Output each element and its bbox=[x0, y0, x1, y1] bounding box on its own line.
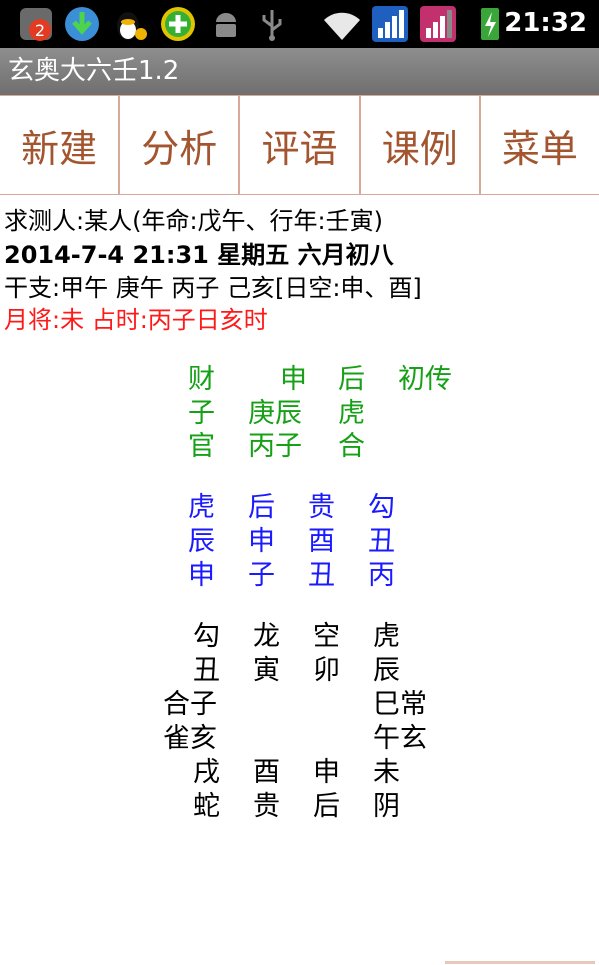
examples-button[interactable]: 课例 bbox=[360, 96, 481, 194]
transmission-label: 初传 bbox=[398, 364, 452, 395]
qq-penguin-icon[interactable] bbox=[110, 4, 150, 44]
plate-general: 后 bbox=[313, 791, 340, 822]
notification-badge-icon[interactable]: 2 bbox=[16, 4, 56, 44]
lesson-cell: 申 bbox=[188, 560, 215, 591]
transmission-branch: 丙子 bbox=[248, 431, 302, 462]
plate-branch: 卯 bbox=[313, 655, 340, 686]
person-info: 求测人:某人(年命:戊午、行年:壬寅) bbox=[4, 207, 383, 235]
plate-general: 贵 bbox=[253, 791, 280, 822]
lesson-cell: 丑 bbox=[308, 560, 335, 591]
general-info: 月将:未 占时:丙子日亥时 bbox=[4, 306, 268, 334]
notification-count: 2 bbox=[35, 21, 45, 40]
wifi-icon bbox=[324, 12, 360, 40]
comment-button[interactable]: 评语 bbox=[240, 96, 361, 194]
lesson-cell: 子 bbox=[248, 560, 275, 591]
transmission-relation: 官 bbox=[188, 431, 215, 462]
download-icon[interactable] bbox=[62, 4, 102, 44]
usb-icon bbox=[262, 10, 282, 41]
scroll-indicator[interactable] bbox=[445, 961, 595, 964]
datetime-info: 2014-7-4 21:31 星期五 六月初八 bbox=[4, 241, 394, 269]
transmission-general: 合 bbox=[338, 431, 365, 462]
android-debug-icon bbox=[216, 13, 236, 37]
toolbar: 新建 分析 评语 课例 菜单 bbox=[0, 95, 599, 195]
add-app-icon[interactable] bbox=[158, 4, 198, 44]
plate-general: 阴 bbox=[373, 791, 400, 822]
signal-icon bbox=[372, 6, 408, 42]
plate-branch: 寅 bbox=[253, 655, 280, 686]
analyze-button[interactable]: 分析 bbox=[120, 96, 241, 194]
clock-time: 21:32 bbox=[504, 8, 587, 38]
status-bar: 2 21:32 bbox=[0, 0, 599, 48]
plate-general: 蛇 bbox=[193, 791, 220, 822]
menu-button[interactable]: 菜单 bbox=[480, 96, 599, 194]
ganzhi-info: 干支:甲午 庚午 丙子 己亥[日空:申、酉] bbox=[4, 274, 422, 302]
lesson-cell: 丙 bbox=[368, 560, 395, 591]
signal-alt-icon bbox=[420, 6, 456, 42]
app-title: 玄奥大六壬1.2 bbox=[0, 48, 599, 95]
new-button[interactable]: 新建 bbox=[0, 96, 121, 194]
